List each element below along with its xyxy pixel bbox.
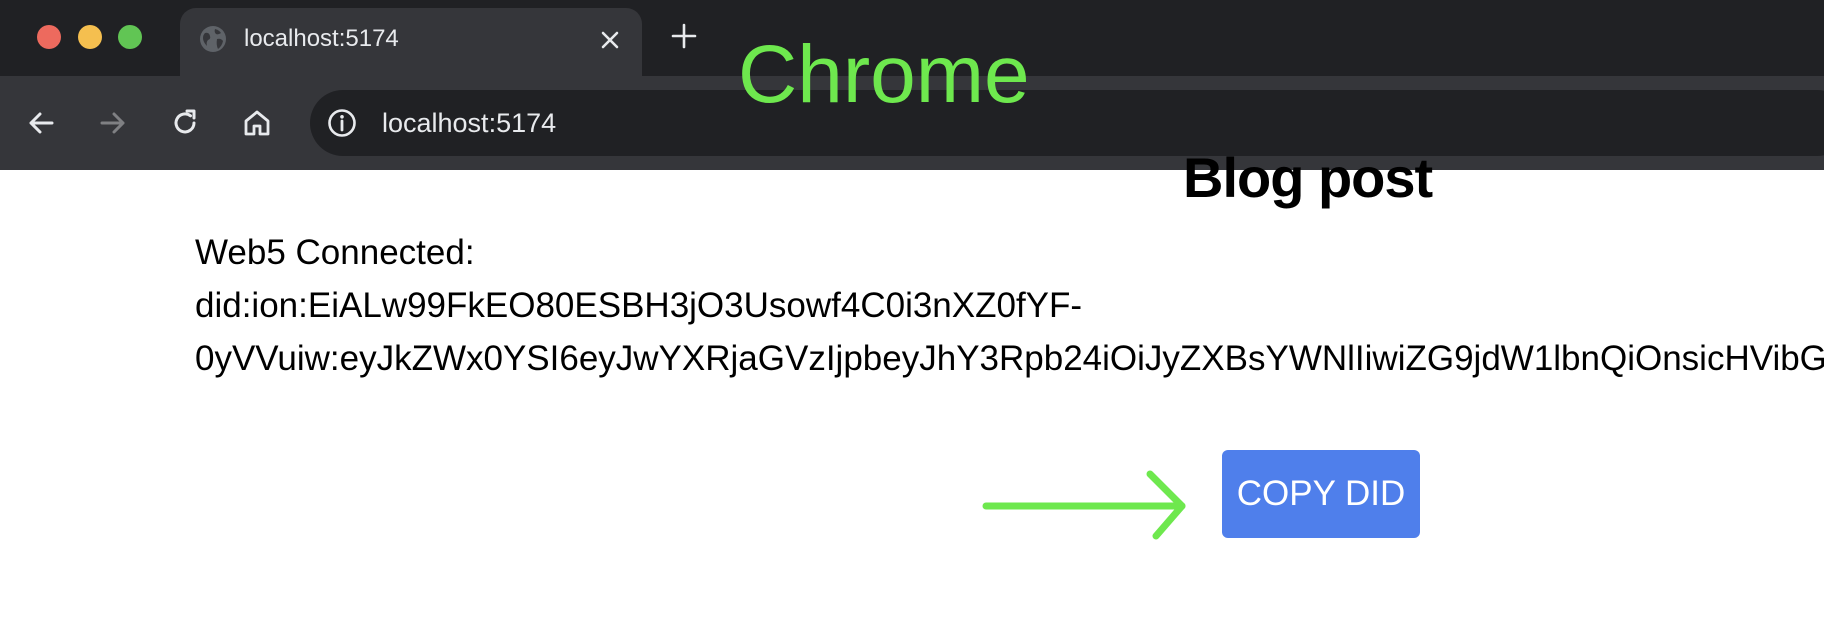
tab-title: localhost:5174	[244, 25, 399, 52]
page-content: Blog post Web5 Connected: did:ion:EiALw9…	[0, 146, 1824, 624]
arrow-right-icon[interactable]	[96, 106, 130, 140]
home-icon[interactable]	[240, 106, 274, 140]
browser-window: localhost:5174 localhost:5174 Chrome Blo…	[0, 0, 1824, 624]
plus-icon[interactable]	[670, 22, 698, 50]
address-bar[interactable]: localhost:5174	[310, 90, 1824, 156]
window-close-button[interactable]	[37, 25, 61, 49]
did-label: Web5 Connected:	[195, 233, 475, 272]
window-minimize-button[interactable]	[78, 25, 102, 49]
reload-icon[interactable]	[168, 106, 202, 140]
arrow-left-icon[interactable]	[24, 106, 58, 140]
browser-tab[interactable]: localhost:5174	[180, 8, 642, 76]
page-title: Blog post	[1183, 146, 1433, 209]
did-display: Web5 Connected: did:ion:EiALw99FkEO80ESB…	[195, 226, 1824, 385]
info-icon[interactable]	[326, 107, 358, 139]
annotation-label: Chrome	[738, 29, 1030, 120]
close-icon[interactable]	[596, 26, 624, 54]
copy-did-button[interactable]: COPY DID	[1222, 450, 1420, 538]
url-text: localhost:5174	[382, 108, 557, 138]
arrow-right-annotation-icon	[980, 460, 1190, 550]
did-value-line-2: 0yVVuiw:eyJkZWx0YSI6eyJwYXRjaGVzIjpbeyJh…	[195, 339, 1824, 378]
did-value-line-1: did:ion:EiALw99FkEO80ESBH3jO3Usowf4C0i3n…	[195, 286, 1083, 325]
globe-icon	[198, 24, 228, 54]
window-maximize-button[interactable]	[118, 25, 142, 49]
